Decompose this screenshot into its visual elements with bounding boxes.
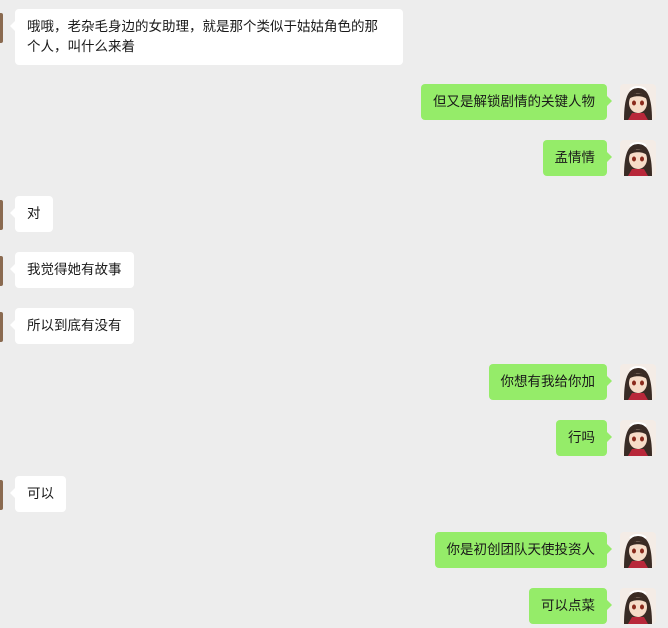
- avatar-icon[interactable]: [0, 312, 3, 342]
- avatar-icon[interactable]: [0, 480, 3, 510]
- avatar-icon[interactable]: [0, 256, 3, 286]
- anime-girl-avatar-icon[interactable]: [620, 364, 656, 400]
- message-bubble[interactable]: 你是初创团队天使投资人: [434, 532, 612, 568]
- anime-girl-avatar-icon[interactable]: [620, 532, 656, 568]
- message-bubble[interactable]: 可以点菜: [529, 588, 612, 624]
- chat-message-list[interactable]: 哦哦，老杂毛身边的女助理，就是那个类似于姑姑角色的那个人，叫什么来着 但又是解锁…: [0, 0, 668, 628]
- avatar-icon[interactable]: [0, 200, 3, 230]
- message-bubble[interactable]: 行吗: [556, 420, 612, 456]
- message-bubble[interactable]: 我觉得她有故事: [10, 252, 134, 288]
- anime-girl-avatar-icon[interactable]: [620, 588, 656, 624]
- avatar-icon[interactable]: [0, 13, 3, 43]
- message-bubble[interactable]: 你想有我给你加: [488, 364, 612, 400]
- message-bubble[interactable]: 对: [10, 196, 53, 232]
- message-bubble[interactable]: 孟情情: [542, 140, 612, 176]
- anime-girl-avatar-icon[interactable]: [620, 84, 656, 120]
- message-bubble[interactable]: 但又是解锁剧情的关键人物: [421, 84, 612, 120]
- anime-girl-avatar-icon[interactable]: [620, 140, 656, 176]
- message-bubble[interactable]: 哦哦，老杂毛身边的女助理，就是那个类似于姑姑角色的那个人，叫什么来着: [10, 9, 403, 65]
- message-bubble[interactable]: 所以到底有没有: [10, 308, 134, 344]
- anime-girl-avatar-icon[interactable]: [620, 420, 656, 456]
- message-bubble[interactable]: 可以: [10, 476, 66, 512]
